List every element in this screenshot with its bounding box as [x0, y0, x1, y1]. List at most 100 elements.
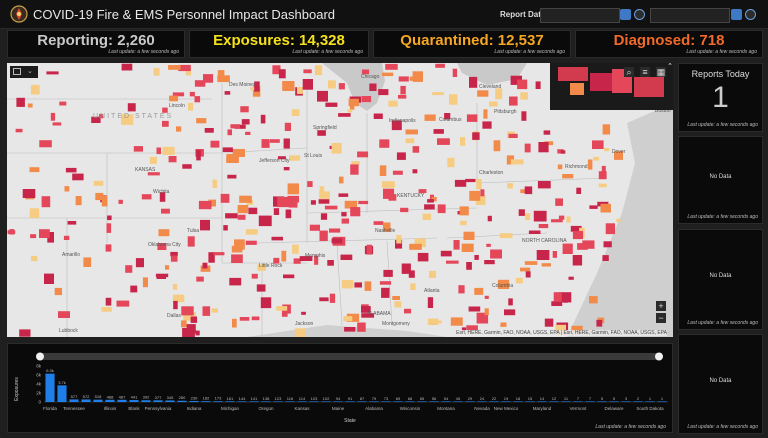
county-shape[interactable]: [237, 214, 246, 220]
county-shape[interactable]: [454, 179, 467, 187]
county-shape[interactable]: [9, 229, 15, 235]
county-shape[interactable]: [543, 130, 551, 135]
county-shape[interactable]: [379, 281, 392, 285]
bar[interactable]: [429, 401, 439, 402]
bar[interactable]: [81, 399, 91, 402]
county-shape[interactable]: [357, 322, 366, 332]
bar[interactable]: [501, 401, 511, 402]
bar[interactable]: [657, 401, 667, 402]
county-shape[interactable]: [350, 164, 359, 175]
county-shape[interactable]: [101, 307, 112, 312]
county-shape[interactable]: [67, 221, 77, 225]
county-shape[interactable]: [482, 121, 492, 129]
county-shape[interactable]: [357, 151, 369, 158]
county-shape[interactable]: [39, 229, 50, 238]
county-shape[interactable]: [396, 152, 406, 160]
county-shape[interactable]: [484, 295, 489, 299]
county-shape[interactable]: [75, 196, 82, 206]
bar[interactable]: [537, 401, 547, 402]
county-shape[interactable]: [463, 231, 475, 240]
county-shape[interactable]: [307, 181, 313, 187]
bar[interactable]: [369, 401, 379, 402]
county-shape[interactable]: [341, 218, 349, 224]
bar[interactable]: [129, 400, 139, 402]
bar[interactable]: [453, 401, 463, 402]
county-shape[interactable]: [536, 250, 550, 260]
county-shape[interactable]: [466, 262, 472, 270]
county-shape[interactable]: [63, 235, 70, 240]
county-shape[interactable]: [566, 216, 571, 223]
county-shape[interactable]: [106, 223, 112, 233]
bar[interactable]: [189, 400, 199, 403]
bar[interactable]: [585, 401, 595, 402]
county-shape[interactable]: [65, 167, 77, 173]
county-shape[interactable]: [412, 169, 418, 174]
county-shape[interactable]: [489, 101, 498, 107]
county-shape[interactable]: [176, 126, 182, 132]
county-shape[interactable]: [383, 269, 393, 277]
county-shape[interactable]: [93, 180, 104, 186]
county-shape[interactable]: [533, 210, 547, 222]
county-shape[interactable]: [237, 205, 249, 214]
county-shape[interactable]: [487, 215, 492, 222]
county-map[interactable]: UNITED STATES Chicago Des Moines Cleveland…: [7, 63, 673, 337]
county-shape[interactable]: [31, 255, 38, 262]
range-slider-track[interactable]: [40, 353, 660, 360]
bar[interactable]: [525, 401, 535, 402]
county-shape[interactable]: [379, 139, 390, 148]
county-shape[interactable]: [616, 218, 621, 222]
county-shape[interactable]: [347, 109, 353, 113]
county-shape[interactable]: [557, 164, 563, 170]
bar[interactable]: [597, 401, 607, 402]
county-shape[interactable]: [343, 316, 353, 322]
county-shape[interactable]: [410, 283, 416, 290]
county-shape[interactable]: [196, 118, 207, 124]
county-shape[interactable]: [203, 74, 214, 83]
county-shape[interactable]: [271, 236, 284, 241]
county-shape[interactable]: [449, 94, 458, 105]
county-shape[interactable]: [524, 261, 538, 265]
county-shape[interactable]: [504, 309, 516, 316]
bar[interactable]: [489, 401, 499, 402]
county-shape[interactable]: [409, 243, 422, 250]
county-shape[interactable]: [520, 267, 531, 272]
bar[interactable]: [393, 401, 403, 402]
county-shape[interactable]: [283, 274, 295, 279]
county-shape[interactable]: [83, 257, 92, 267]
county-shape[interactable]: [517, 79, 528, 90]
county-shape[interactable]: [392, 170, 403, 175]
county-shape[interactable]: [162, 146, 175, 155]
county-shape[interactable]: [338, 193, 349, 197]
calendar-icon[interactable]: [731, 9, 742, 20]
county-shape[interactable]: [459, 206, 469, 216]
county-shape[interactable]: [161, 208, 170, 214]
county-shape[interactable]: [341, 212, 347, 217]
county-shape[interactable]: [258, 215, 272, 227]
county-shape[interactable]: [54, 287, 62, 296]
county-shape[interactable]: [388, 194, 397, 201]
county-shape[interactable]: [572, 255, 583, 266]
county-shape[interactable]: [260, 297, 272, 309]
county-shape[interactable]: [289, 155, 301, 161]
county-shape[interactable]: [340, 254, 353, 260]
county-shape[interactable]: [605, 223, 615, 235]
county-shape[interactable]: [382, 72, 394, 77]
county-shape[interactable]: [273, 208, 280, 215]
overview-map[interactable]: ×: [550, 63, 673, 110]
county-shape[interactable]: [202, 306, 211, 316]
county-shape[interactable]: [200, 219, 210, 231]
county-shape[interactable]: [507, 183, 513, 189]
county-shape[interactable]: [538, 142, 549, 153]
county-shape[interactable]: [281, 309, 288, 317]
county-shape[interactable]: [187, 236, 195, 247]
county-shape[interactable]: [142, 277, 148, 288]
county-shape[interactable]: [276, 306, 288, 311]
bar[interactable]: [465, 401, 475, 402]
county-shape[interactable]: [552, 251, 557, 258]
county-shape[interactable]: [158, 229, 170, 237]
county-shape[interactable]: [248, 207, 258, 215]
county-shape[interactable]: [603, 241, 612, 248]
county-shape[interactable]: [385, 63, 398, 70]
county-shape[interactable]: [596, 319, 603, 327]
county-shape[interactable]: [165, 265, 170, 270]
